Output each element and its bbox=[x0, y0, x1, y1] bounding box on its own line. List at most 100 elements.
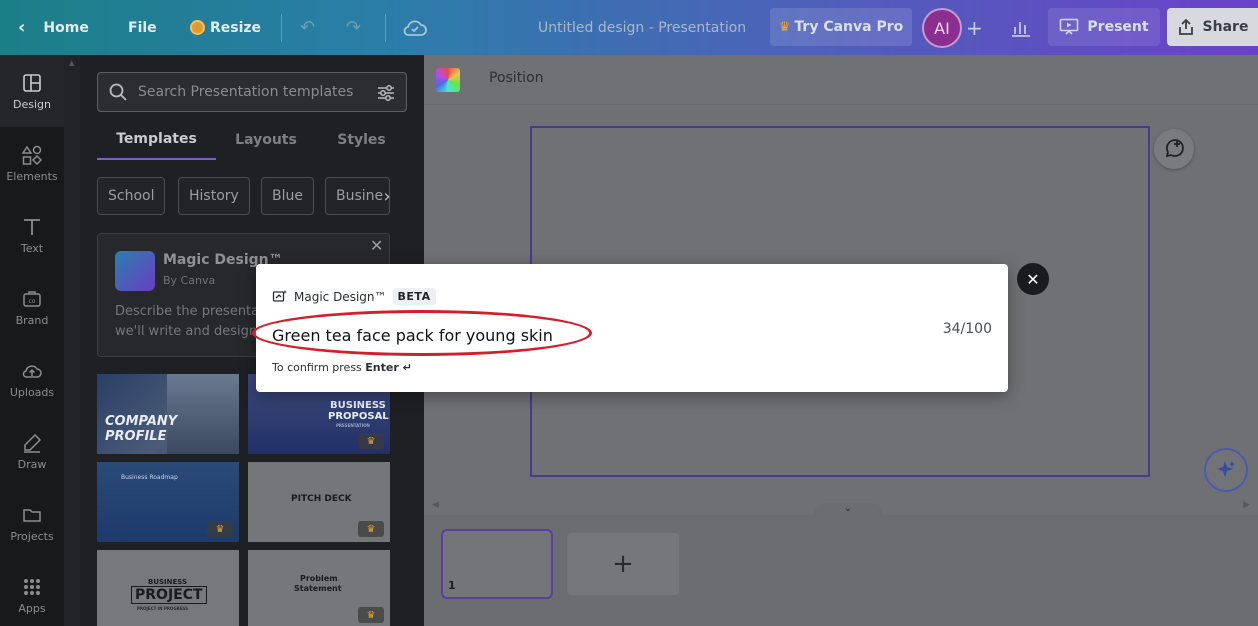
template-thumb-company-profile[interactable]: COMPANY PROFILE bbox=[97, 374, 239, 454]
share-upload-icon bbox=[1178, 18, 1193, 35]
scroll-left-icon[interactable]: ◀ bbox=[432, 500, 439, 510]
crown-icon: ♛ bbox=[358, 433, 384, 449]
text-icon bbox=[24, 218, 40, 235]
rail-label: Apps bbox=[18, 601, 46, 615]
template-thumb-business-project[interactable]: BUSINESS PROJECT PROJECT IN PROGRESS bbox=[97, 550, 239, 626]
close-dialog-button[interactable]: ✕ bbox=[1017, 263, 1049, 295]
confirm-hint: To confirm press Enter ↵ bbox=[272, 361, 412, 374]
avatar[interactable]: AI bbox=[922, 8, 962, 48]
chip-school[interactable]: School bbox=[97, 177, 166, 215]
sparkle-icon bbox=[1217, 461, 1235, 477]
document-title[interactable]: Untitled design - Presentation bbox=[538, 0, 746, 55]
desc-line: Describe the presentat bbox=[115, 304, 265, 319]
magic-design-card-by: By Canva bbox=[163, 274, 216, 287]
chevron-right-icon[interactable]: › bbox=[375, 180, 399, 212]
rail-label: Uploads bbox=[9, 385, 55, 399]
crown-icon: ♛ bbox=[778, 19, 791, 35]
rail-item-text[interactable]: Text bbox=[0, 199, 64, 271]
rail-label: Projects bbox=[10, 529, 54, 543]
magic-design-card-desc: Describe the presentat we'll write and d… bbox=[115, 302, 270, 342]
magic-assistant-button[interactable] bbox=[1204, 448, 1248, 492]
undo-icon[interactable]: ↶ bbox=[300, 0, 315, 55]
crown-icon: ♛ bbox=[358, 521, 384, 537]
redo-icon[interactable]: ↷ bbox=[346, 0, 361, 55]
tab-styles[interactable]: Styles bbox=[316, 120, 407, 160]
beta-badge: BETA bbox=[392, 288, 436, 305]
template-title: BUSINESS bbox=[148, 578, 188, 586]
template-subtitle: PROJECT IN PROGRESS bbox=[137, 606, 189, 611]
rail-item-draw[interactable]: Draw bbox=[0, 415, 64, 487]
rail-item-brand[interactable]: co Brand bbox=[0, 271, 64, 343]
chip-blue[interactable]: Blue bbox=[261, 177, 314, 215]
scroll-up-icon[interactable]: ▲ bbox=[69, 59, 74, 67]
template-thumb-problem-statement[interactable]: Problem Statement ♛ bbox=[248, 550, 390, 626]
rail-label: Draw bbox=[17, 457, 47, 471]
template-thumb-business-roadmap[interactable]: Business Roadmap ♛ bbox=[97, 462, 239, 542]
tab-layouts[interactable]: Layouts bbox=[216, 120, 316, 160]
rail-item-uploads[interactable]: Uploads bbox=[0, 343, 64, 415]
prompt-input[interactable] bbox=[272, 324, 922, 346]
share-button[interactable]: Share bbox=[1167, 8, 1258, 46]
add-comment-button[interactable] bbox=[1154, 129, 1194, 169]
rail-item-apps[interactable]: Apps bbox=[0, 559, 64, 626]
panel-scrollbar[interactable]: ▲ bbox=[64, 55, 80, 626]
search-input[interactable]: Search Presentation templates bbox=[138, 84, 353, 100]
desc-line: we'll write and design a bbox=[115, 324, 270, 339]
crown-coin-icon bbox=[190, 20, 205, 35]
rail-label: Elements bbox=[6, 169, 58, 183]
try-pro-label: Try Canva Pro bbox=[794, 19, 904, 35]
scroll-right-icon[interactable]: ▶ bbox=[1243, 500, 1250, 510]
chip-history[interactable]: History bbox=[178, 177, 250, 215]
brand-icon: co bbox=[23, 290, 41, 307]
rail-item-elements[interactable]: Elements bbox=[0, 127, 64, 199]
template-thumb-pitch-deck[interactable]: PITCH DECK ♛ bbox=[248, 462, 390, 542]
template-title: PROFILE bbox=[105, 429, 167, 444]
rail-item-projects[interactable]: Projects bbox=[0, 487, 64, 559]
folder-icon bbox=[23, 508, 41, 522]
close-icon: ✕ bbox=[1026, 269, 1040, 289]
rail-label: Brand bbox=[15, 313, 49, 327]
crown-icon: ♛ bbox=[207, 521, 233, 537]
template-title: COMPANY bbox=[105, 414, 178, 429]
magic-design-dialog: Magic Design™ BETA 34/100 To confirm pre… bbox=[252, 264, 1008, 392]
color-picker-icon[interactable] bbox=[436, 68, 460, 92]
template-search[interactable]: Search Presentation templates bbox=[97, 72, 407, 112]
resize-button[interactable]: Resize bbox=[190, 0, 261, 55]
add-people-icon[interactable]: + bbox=[966, 0, 983, 55]
search-icon bbox=[109, 83, 127, 101]
magic-design-icon bbox=[272, 289, 287, 302]
tab-templates[interactable]: Templates bbox=[97, 120, 216, 160]
shapes-icon bbox=[21, 145, 43, 165]
template-title: PROJECT bbox=[131, 586, 207, 604]
dialog-title: Magic Design™ bbox=[294, 289, 387, 304]
top-bar: ‹ Home File Resize ↶ ↷ Untitled design -… bbox=[0, 0, 1258, 55]
divider bbox=[385, 14, 386, 42]
panel-tabs: Templates Layouts Styles bbox=[97, 120, 407, 160]
present-button[interactable]: Present bbox=[1048, 8, 1160, 46]
cloud-save-icon[interactable] bbox=[403, 0, 427, 55]
analytics-icon[interactable] bbox=[1010, 0, 1032, 55]
position-button[interactable]: Position bbox=[489, 70, 544, 86]
home-label: Home bbox=[43, 19, 89, 36]
confirm-hint-text: To confirm press bbox=[272, 361, 366, 374]
enter-key-hint: Enter ↵ bbox=[365, 361, 412, 374]
close-icon[interactable]: ✕ bbox=[370, 236, 383, 255]
page-thumbnail[interactable] bbox=[441, 529, 553, 599]
rail-item-design[interactable]: Design bbox=[0, 55, 64, 127]
editor-toolbar bbox=[424, 55, 1258, 105]
grid-icon bbox=[24, 578, 40, 595]
layout-icon bbox=[23, 73, 41, 92]
home-button[interactable]: ‹ Home bbox=[18, 0, 89, 55]
present-label: Present bbox=[1087, 19, 1149, 35]
try-pro-button[interactable]: ♛ Try Canva Pro bbox=[770, 8, 912, 46]
page-number: 1 bbox=[448, 579, 456, 592]
resize-label: Resize bbox=[210, 19, 262, 36]
filter-icon[interactable] bbox=[376, 83, 396, 103]
crown-icon: ♛ bbox=[358, 607, 384, 623]
add-page-button[interactable]: + bbox=[567, 533, 679, 595]
divider bbox=[281, 14, 282, 42]
file-menu[interactable]: File bbox=[128, 0, 157, 55]
template-title: PITCH DECK bbox=[291, 494, 352, 504]
collapse-pages-icon[interactable]: ⌄ bbox=[814, 503, 882, 517]
template-title: Statement bbox=[294, 584, 342, 593]
